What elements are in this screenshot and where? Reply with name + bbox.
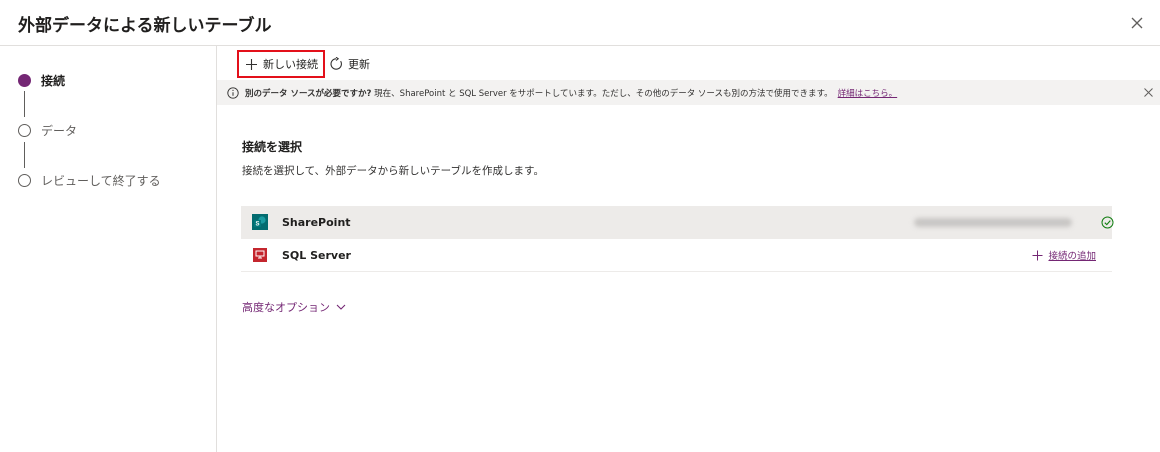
step-label: データ [41, 123, 78, 138]
banner-close-icon[interactable] [1143, 87, 1154, 98]
connection-name: SQL Server [282, 248, 351, 262]
svg-text:S: S [255, 222, 259, 228]
command-bar: 新しい接続 更新 [217, 46, 1160, 79]
step-pending-indicator [18, 173, 31, 187]
info-banner: 別のデータ ソースが必要ですか? 現在、SharePoint と SQL Ser… [217, 80, 1160, 105]
check-circle-icon [1101, 216, 1114, 228]
chevron-down-icon [336, 304, 346, 310]
account-name-redacted [914, 217, 1072, 227]
banner-body-text: 現在、SharePoint と SQL Server をサポートしています。ただ… [374, 88, 833, 99]
banner-text: 別のデータ ソースが必要ですか? 現在、SharePoint と SQL Ser… [245, 87, 833, 99]
section-description: 接続を選択して、外部データから新しいテーブルを作成します。 [242, 165, 544, 177]
connection-name: SharePoint [282, 215, 351, 229]
step-label: 接続 [41, 73, 66, 88]
advanced-options-toggle[interactable]: 高度なオプション [242, 299, 346, 315]
close-icon[interactable] [1128, 14, 1146, 32]
sql-server-icon [253, 248, 267, 262]
dialog-title: 外部データによる新しいテーブル [18, 16, 272, 36]
plus-icon [1032, 250, 1043, 260]
step-review: レビューして終了する [18, 170, 161, 190]
add-connection-label: 接続の追加 [1048, 251, 1096, 262]
step-connection: 接続 [18, 70, 65, 90]
section-title: 接続を選択 [242, 140, 303, 154]
learn-more-link[interactable]: 詳細はこちら。 [838, 87, 898, 99]
wizard-steps: 接続 データ レビューして終了する [0, 46, 217, 452]
dialog-header: 外部データによる新しいテーブル [0, 0, 1160, 46]
new-connection-button[interactable]: 新しい接続 [237, 50, 325, 78]
new-connection-label: 新しい接続 [263, 58, 318, 71]
advanced-options-label: 高度なオプション [242, 301, 330, 314]
refresh-icon [330, 57, 342, 70]
sharepoint-icon: S [252, 214, 268, 230]
step-data: データ [18, 120, 77, 140]
main-content: 新しい接続 更新 別のデータ ソースが必要ですか? 現在、SharePoint … [217, 46, 1160, 452]
step-active-indicator [18, 73, 31, 87]
connection-row-sharepoint[interactable]: S SharePoint [241, 206, 1114, 239]
add-connection-link[interactable]: 接続の追加 [1032, 248, 1096, 262]
plus-icon [246, 58, 257, 70]
step-label: レビューして終了する [41, 173, 161, 188]
info-icon [227, 86, 239, 99]
step-pending-indicator [18, 123, 31, 137]
connection-row-sql-server[interactable]: SQL Server 接続の追加 [241, 239, 1112, 272]
refresh-label: 更新 [348, 58, 370, 71]
banner-bold-text: 別のデータ ソースが必要ですか? [245, 88, 372, 99]
step-connector [24, 142, 25, 168]
refresh-button[interactable]: 更新 [329, 54, 370, 74]
step-connector [24, 91, 25, 117]
